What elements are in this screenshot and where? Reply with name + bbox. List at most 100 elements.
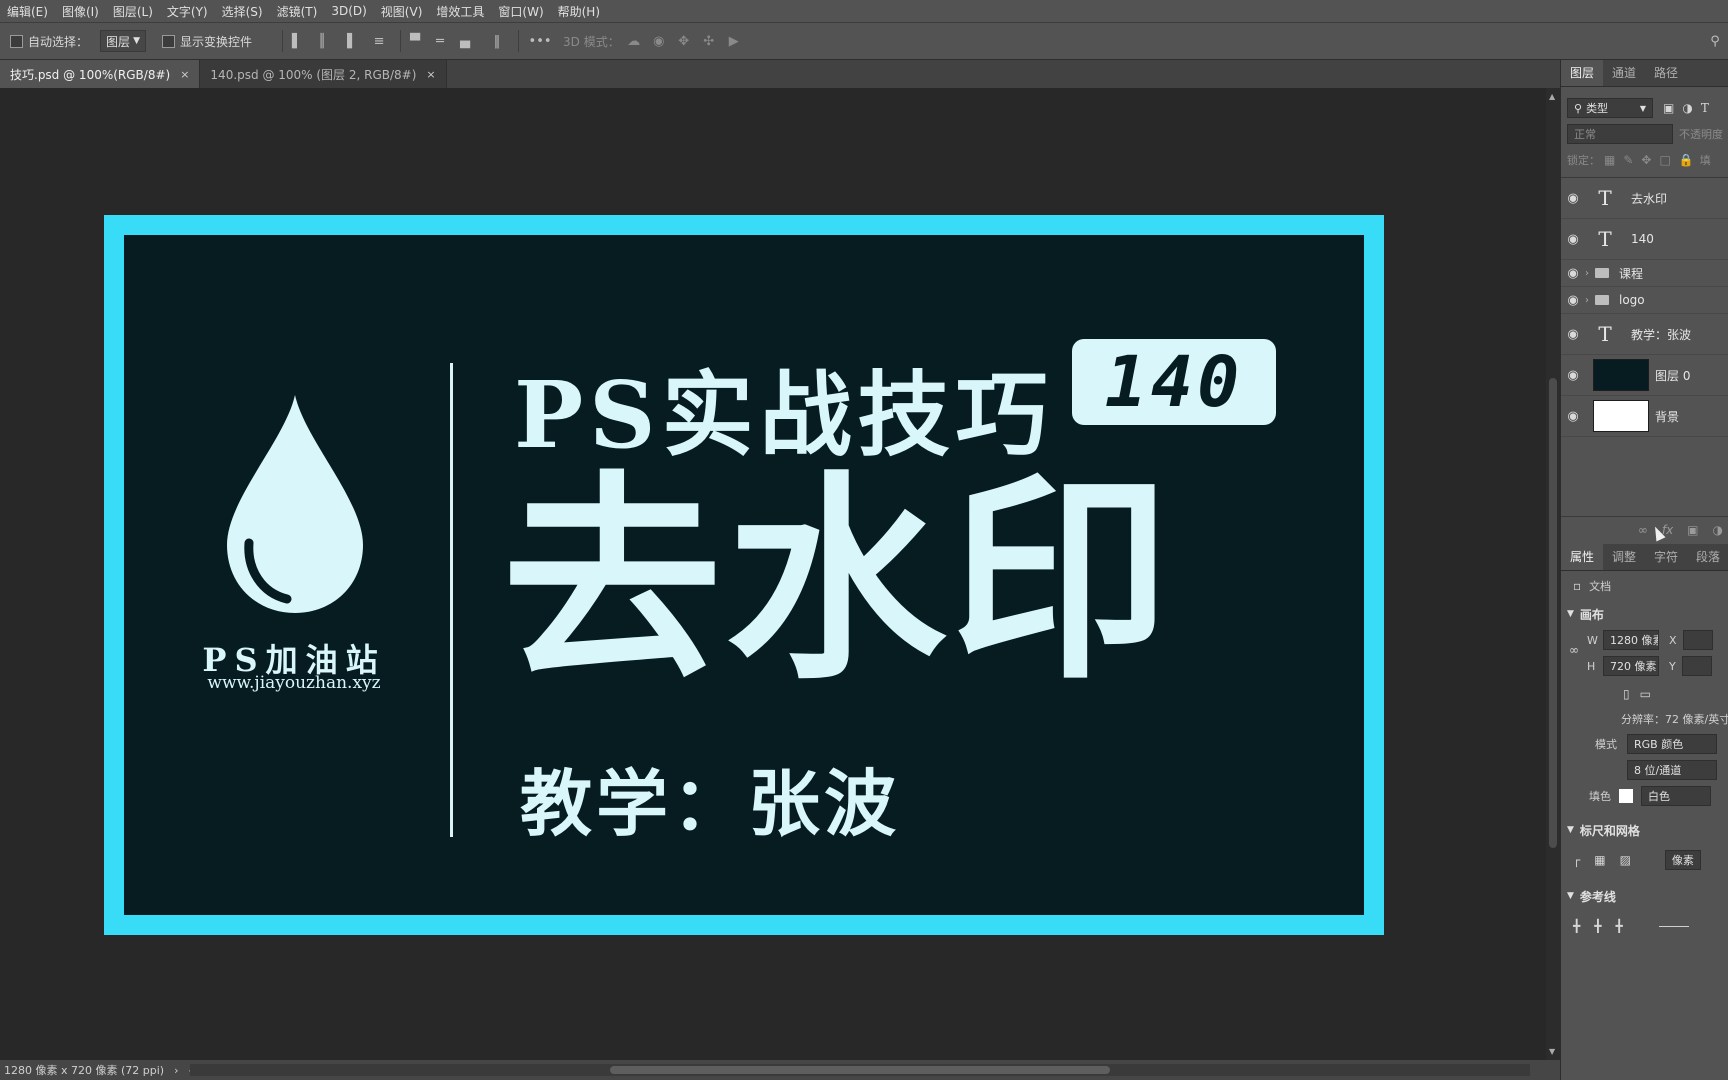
eye-icon[interactable]: ◉: [1561, 368, 1585, 383]
vertical-scrollbar[interactable]: ▲ ▼: [1546, 88, 1560, 1060]
lock-artboard-icon[interactable]: □: [1659, 153, 1670, 167]
horizontal-scrollbar[interactable]: [190, 1064, 1530, 1076]
document-canvas[interactable]: PS加油站 www.jiayouzhan.xyz PS实战技巧 140 去水印 …: [104, 215, 1384, 935]
ruler-unit-dropdown[interactable]: 像素: [1664, 850, 1701, 870]
orbit-3d-icon[interactable]: ☁: [623, 30, 645, 52]
menu-item[interactable]: 编辑(E): [0, 3, 55, 20]
menu-item[interactable]: 增效工具: [429, 3, 491, 20]
menu-item[interactable]: 文字(Y): [160, 3, 215, 20]
x-field[interactable]: [1682, 630, 1713, 650]
chevron-right-icon[interactable]: ›: [174, 1064, 178, 1077]
layer-filter-dropdown[interactable]: ⚲ 类型 ▼: [1567, 98, 1653, 118]
menu-item[interactable]: 帮助(H): [551, 3, 607, 20]
lock-all-icon[interactable]: 🔒: [1679, 153, 1694, 167]
blend-mode-dropdown[interactable]: 正常: [1567, 124, 1673, 144]
guides-section-header[interactable]: ▼ 参考线: [1561, 883, 1728, 909]
eye-icon[interactable]: ◉: [1561, 191, 1585, 206]
tab-paragraph[interactable]: 段落: [1687, 544, 1728, 570]
fill-dropdown[interactable]: 白色: [1641, 786, 1711, 806]
align-top-icon[interactable]: ▀: [404, 30, 426, 52]
tab-character[interactable]: 字符: [1645, 544, 1687, 570]
portrait-icon[interactable]: ▯: [1623, 687, 1630, 701]
canvas-section-header[interactable]: ▼ 画布: [1561, 601, 1728, 627]
depth-dropdown[interactable]: 8 位/通道: [1627, 760, 1717, 780]
close-icon[interactable]: ×: [180, 68, 189, 81]
show-transform-option[interactable]: 显示变换控件: [162, 33, 252, 50]
align-center-h-icon[interactable]: ║: [311, 30, 333, 52]
image-filter-icon[interactable]: ▣: [1663, 101, 1674, 115]
eye-icon[interactable]: ◉: [1561, 266, 1585, 281]
scrollbar-thumb[interactable]: [610, 1066, 1110, 1074]
chevron-right-icon[interactable]: ›: [1585, 268, 1589, 279]
pixel-grid-icon[interactable]: ▨: [1620, 853, 1631, 867]
eye-icon[interactable]: ◉: [1561, 232, 1585, 247]
height-field[interactable]: 720 像素: [1603, 656, 1659, 676]
auto-select-dropdown[interactable]: 图层 ▼: [100, 30, 147, 52]
adjustment-icon[interactable]: ◑: [1713, 523, 1723, 537]
mask-icon[interactable]: ▣: [1687, 523, 1698, 537]
layer-row[interactable]: ◉ T 去水印: [1561, 178, 1728, 219]
show-transform-checkbox[interactable]: [162, 34, 176, 48]
link-icon[interactable]: ∞: [1561, 643, 1587, 679]
slide-3d-icon[interactable]: ✣: [698, 30, 720, 52]
auto-select-option[interactable]: 自动选择：: [10, 33, 88, 50]
layer-row[interactable]: ◉ 背景: [1561, 396, 1728, 437]
type-filter-icon[interactable]: T: [1701, 101, 1709, 115]
align-bottom-icon[interactable]: ▄: [454, 30, 476, 52]
layer-row[interactable]: ◉ T 教学：张波: [1561, 314, 1728, 355]
layer-row[interactable]: ◉ 图层 0: [1561, 355, 1728, 396]
guide-color-line[interactable]: [1658, 925, 1689, 927]
ruler-icon[interactable]: ┌: [1573, 853, 1580, 867]
layer-row[interactable]: ◉ › 课程: [1561, 260, 1728, 287]
mode-dropdown[interactable]: RGB 颜色: [1627, 734, 1717, 754]
width-field[interactable]: 1280 像素: [1603, 630, 1659, 650]
align-right-icon[interactable]: ▐: [336, 30, 358, 52]
distribute-v-icon[interactable]: ‖: [486, 30, 508, 52]
lock-move-icon[interactable]: ✥: [1641, 153, 1651, 167]
adjustment-filter-icon[interactable]: ◑: [1682, 101, 1692, 115]
layer-row[interactable]: ◉ › logo: [1561, 287, 1728, 314]
menu-item[interactable]: 滤镜(T): [270, 3, 325, 20]
eye-icon[interactable]: ◉: [1561, 409, 1585, 424]
menu-item[interactable]: 选择(S): [215, 3, 270, 20]
scroll-up-icon[interactable]: ▲: [1549, 92, 1555, 101]
guide-grid-icon[interactable]: ╋: [1573, 919, 1580, 933]
grid-icon[interactable]: ▦: [1594, 853, 1605, 867]
landscape-icon[interactable]: ▭: [1640, 687, 1651, 701]
close-icon[interactable]: ×: [426, 68, 435, 81]
eye-icon[interactable]: ◉: [1561, 327, 1585, 342]
tab-channels[interactable]: 通道: [1603, 60, 1645, 86]
chevron-right-icon[interactable]: ›: [1585, 295, 1589, 306]
search-icon[interactable]: ⚲: [1704, 30, 1726, 52]
menu-item[interactable]: 图像(I): [55, 3, 106, 20]
align-left-icon[interactable]: ▌: [286, 30, 308, 52]
menu-item[interactable]: 窗口(W): [491, 3, 550, 20]
menu-item[interactable]: 视图(V): [374, 3, 430, 20]
fill-swatch[interactable]: [1619, 789, 1633, 803]
scale-3d-icon[interactable]: ▶: [723, 30, 745, 52]
scrollbar-thumb[interactable]: [1549, 378, 1557, 848]
tab-layers[interactable]: 图层: [1561, 60, 1604, 86]
tab-adjustments[interactable]: 调整: [1603, 544, 1645, 570]
link-icon[interactable]: ∞: [1638, 523, 1648, 537]
layer-row[interactable]: ◉ T 140: [1561, 219, 1728, 260]
lock-paint-icon[interactable]: ✎: [1623, 153, 1633, 167]
pan-3d-icon[interactable]: ✥: [673, 30, 695, 52]
eye-icon[interactable]: ◉: [1561, 293, 1585, 308]
guide-add-icon[interactable]: ╋: [1594, 919, 1601, 933]
menu-item[interactable]: 图层(L): [106, 3, 160, 20]
tab-properties[interactable]: 属性: [1561, 544, 1603, 570]
roll-3d-icon[interactable]: ◉: [648, 30, 670, 52]
tab-paths[interactable]: 路径: [1645, 60, 1687, 86]
y-field[interactable]: [1681, 656, 1712, 676]
more-options-button[interactable]: •••: [529, 30, 552, 52]
rulers-section-header[interactable]: ▼ 标尺和网格: [1561, 817, 1728, 843]
doc-tab-active[interactable]: 技巧.psd @ 100%(RGB/8#) ×: [0, 60, 201, 88]
doc-tab-inactive[interactable]: 140.psd @ 100% (图层 2, RGB/8#) ×: [200, 60, 447, 88]
scroll-down-icon[interactable]: ▼: [1549, 1047, 1555, 1056]
guide-smart-icon[interactable]: ╋: [1615, 919, 1622, 933]
auto-select-checkbox[interactable]: [10, 34, 23, 48]
distribute-h-icon[interactable]: ≡: [368, 30, 390, 52]
lock-transparent-icon[interactable]: ▦: [1604, 153, 1615, 167]
align-middle-v-icon[interactable]: ═: [429, 30, 451, 52]
